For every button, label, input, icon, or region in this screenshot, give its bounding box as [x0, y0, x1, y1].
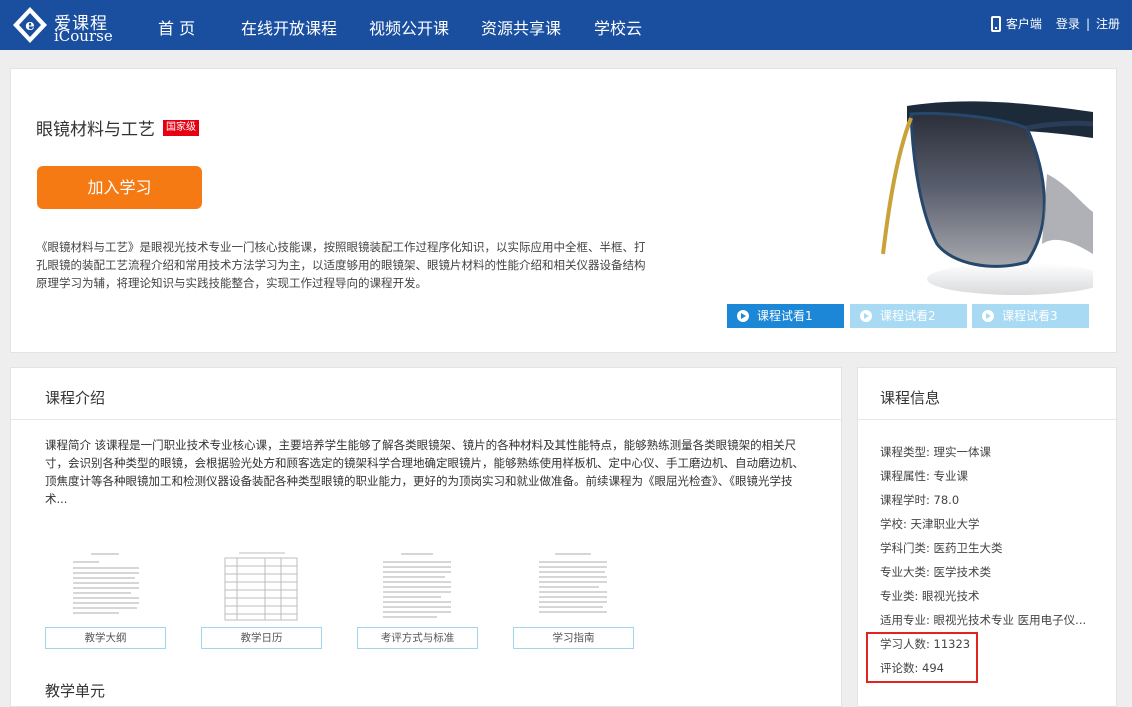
svg-text:e: e — [25, 16, 35, 34]
course-title: 眼镜材料与工艺 — [36, 120, 155, 140]
play-icon — [737, 310, 749, 322]
info-major-class: 专业类: 眼视光技术 — [880, 589, 980, 603]
join-course-button[interactable]: 加入学习 — [37, 166, 202, 209]
document-calendar[interactable]: 教学日历 — [201, 548, 322, 650]
course-intro-card: 课程介绍 课程简介 该课程是一门职业技术专业核心课，主要培养学生能够了解各类眼镜… — [10, 367, 842, 707]
document-thumbnail — [371, 548, 463, 626]
document-label: 考评方式与标准 — [357, 627, 478, 649]
play-icon — [982, 310, 994, 322]
trial-video-1-button[interactable]: 课程试看1 — [727, 304, 844, 328]
info-applicable-major: 适用专业: 眼视光技术专业 医用电子仪... — [880, 613, 1087, 627]
document-thumbnail — [215, 548, 307, 626]
document-thumbnail — [59, 548, 151, 626]
info-course-type: 课程类型: 理实一体课 — [880, 445, 992, 459]
info-course-hours: 课程学时: 78.0 — [880, 493, 960, 507]
logo-name-en: iCourse — [54, 27, 113, 45]
play-icon — [860, 310, 872, 322]
trial-video-2-button[interactable]: 课程试看2 — [850, 304, 967, 328]
course-summary: 《眼镜材料与工艺》是眼视光技术专业一门核心技能课，按照眼镜装配工作过程序化知识，… — [36, 240, 646, 290]
trial-video-1-label: 课程试看1 — [757, 309, 813, 323]
top-nav: e 爱课程 iCourse 首 页 在线开放课程 视频公开课 资源共享课 学校云… — [0, 0, 1132, 50]
document-assessment[interactable]: 考评方式与标准 — [357, 548, 478, 650]
document-syllabus[interactable]: 教学大纲 — [45, 548, 166, 650]
course-cover-image — [877, 94, 1093, 298]
nav-home[interactable]: 首 页 — [158, 15, 195, 39]
trial-video-2-label: 课程试看2 — [880, 309, 936, 323]
icourse-logo[interactable]: e 爱课程 iCourse — [10, 5, 145, 45]
document-label: 教学大纲 — [45, 627, 166, 649]
info-major-category: 专业大类: 医学技术类 — [880, 565, 992, 579]
nav-user-area: 客户端 登录 | 注册 — [990, 15, 1120, 32]
divider — [858, 419, 1116, 420]
phone-icon — [990, 15, 1001, 32]
course-intro-text: 课程简介 该课程是一门职业技术专业核心课，主要培养学生能够了解各类眼镜架、镜片的… — [45, 438, 804, 506]
document-study-guide[interactable]: 学习指南 — [513, 548, 634, 650]
trial-video-3-label: 课程试看3 — [1002, 309, 1058, 323]
course-info-title: 课程信息 — [880, 389, 941, 407]
teaching-units-title: 教学单元 — [45, 682, 106, 700]
document-label: 教学日历 — [201, 627, 322, 649]
nav-separator: | — [1085, 16, 1090, 31]
course-info-card: 课程信息 课程类型: 理实一体课 课程属性: 专业课 课程学时: 78.0 学校… — [857, 367, 1117, 707]
info-course-attribute: 课程属性: 专业课 — [880, 469, 969, 483]
highlight-box — [866, 632, 978, 683]
national-level-badge: 国家级 — [163, 119, 199, 136]
document-thumbnail — [527, 548, 619, 626]
client-app-link[interactable]: 客户端 — [1006, 15, 1042, 32]
document-label: 学习指南 — [513, 627, 634, 649]
info-discipline: 学科门类: 医药卫生大类 — [880, 541, 1003, 555]
login-link[interactable]: 登录 — [1056, 15, 1080, 32]
icourse-logo-icon: e — [13, 7, 47, 43]
nav-video-courses[interactable]: 视频公开课 — [369, 15, 449, 39]
trial-video-3-button[interactable]: 课程试看3 — [972, 304, 1089, 328]
register-link[interactable]: 注册 — [1096, 15, 1120, 32]
course-title-row: 眼镜材料与工艺 国家级 — [36, 115, 199, 140]
course-intro-title: 课程介绍 — [45, 389, 106, 407]
course-header-card: 眼镜材料与工艺 国家级 加入学习 《眼镜材料与工艺》是眼视光技术专业一门核心技能… — [10, 68, 1117, 353]
divider — [11, 419, 841, 420]
nav-school-cloud[interactable]: 学校云 — [594, 15, 642, 39]
nav-online-courses[interactable]: 在线开放课程 — [241, 15, 337, 39]
nav-resource-courses[interactable]: 资源共享课 — [481, 15, 561, 39]
info-school: 学校: 天津职业大学 — [880, 517, 980, 531]
